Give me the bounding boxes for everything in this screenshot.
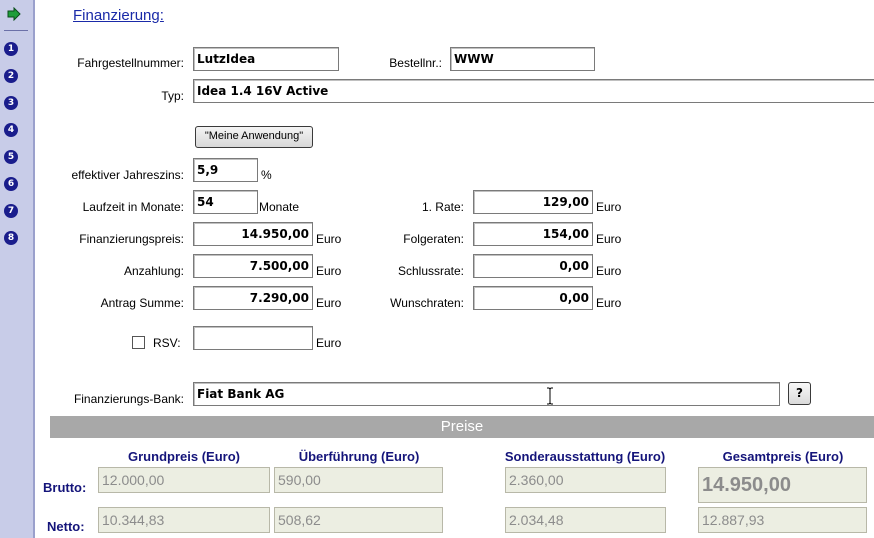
netto-label: Netto: — [47, 519, 85, 534]
bank-label: Finanzierungs-Bank: — [73, 392, 184, 406]
brutto-sonderausstattung-field: 2.360,00 — [505, 467, 666, 493]
wunschraten-unit: Euro — [596, 296, 622, 310]
zins-input[interactable]: 5,9 — [193, 158, 258, 182]
step-8-icon[interactable]: 8 — [4, 231, 18, 245]
rate1-unit: Euro — [596, 200, 622, 214]
bank-help-button[interactable]: ? — [788, 382, 811, 405]
brutto-grundpreis-field: 12.000,00 — [98, 467, 270, 493]
brutto-gesamtpreis-field: 14.950,00 — [698, 467, 867, 503]
step-1-icon[interactable]: 1 — [4, 42, 18, 56]
col-ueberfuehrung: Überführung (Euro) — [298, 449, 420, 464]
wunschraten-input[interactable]: 0,00 — [473, 286, 593, 310]
rate1-input[interactable]: 129,00 — [473, 190, 593, 214]
preise-section-header: Preise — [50, 416, 874, 438]
arrow-right-icon[interactable] — [7, 7, 21, 21]
typ-label: Typ: — [161, 89, 184, 103]
meine-anwendung-button[interactable]: "Meine Anwendung" — [195, 126, 313, 148]
finanzpreis-label: Finanzierungspreis: — [79, 232, 184, 246]
antrag-unit: Euro — [316, 296, 342, 310]
netto-ueberfuehrung-field: 508,62 — [274, 507, 443, 533]
bestellnr-input[interactable]: WWW — [450, 47, 595, 71]
rsv-unit: Euro — [316, 336, 342, 350]
netto-grundpreis-field: 10.344,83 — [98, 507, 270, 533]
step-4-icon[interactable]: 4 — [4, 123, 18, 137]
rsv-label: RSV: — [153, 336, 181, 350]
typ-input[interactable]: Idea 1.4 16V Active — [193, 79, 874, 103]
page-title-link[interactable]: Finanzierung: — [73, 7, 164, 24]
step-6-icon[interactable]: 6 — [4, 177, 18, 191]
rsv-checkbox[interactable] — [132, 336, 145, 349]
sidebar-divider — [4, 30, 28, 31]
zins-label: effektiver Jahreszins: — [71, 168, 185, 182]
fahrgestell-label: Fahrgestellnummer: — [77, 56, 184, 70]
netto-gesamtpreis-field: 12.887,93 — [698, 507, 867, 533]
laufzeit-label: Laufzeit in Monate: — [82, 200, 184, 214]
antrag-label: Antrag Summe: — [100, 296, 184, 310]
finanzpreis-input[interactable]: 14.950,00 — [193, 222, 313, 246]
netto-sonderausstattung-field: 2.034,48 — [505, 507, 666, 533]
antrag-input[interactable]: 7.290,00 — [193, 286, 313, 310]
folgeraten-unit: Euro — [596, 232, 622, 246]
wunschraten-label: Wunschraten: — [390, 296, 464, 310]
step-3-icon[interactable]: 3 — [4, 96, 18, 110]
schlussrate-input[interactable]: 0,00 — [473, 254, 593, 278]
schlussrate-label: Schlussrate: — [397, 264, 464, 278]
step-5-icon[interactable]: 5 — [4, 150, 18, 164]
laufzeit-unit: Monate — [259, 200, 300, 214]
brutto-ueberfuehrung-field: 590,00 — [274, 467, 443, 493]
schlussrate-unit: Euro — [596, 264, 622, 278]
rate1-label: 1. Rate: — [421, 200, 464, 214]
brutto-label: Brutto: — [43, 480, 87, 495]
step-2-icon[interactable]: 2 — [4, 69, 18, 83]
folgeraten-input[interactable]: 154,00 — [473, 222, 593, 246]
col-sonderausstattung: Sonderausstattung (Euro) — [504, 449, 666, 464]
step-7-icon[interactable]: 7 — [4, 204, 18, 218]
col-grundpreis: Grundpreis (Euro) — [128, 449, 240, 464]
anzahlung-label: Anzahlung: — [123, 264, 184, 278]
text-cursor-icon — [547, 387, 553, 405]
zins-unit: % — [261, 168, 272, 182]
laufzeit-input[interactable]: 54 — [193, 190, 258, 214]
anzahlung-input[interactable]: 7.500,00 — [193, 254, 313, 278]
folgeraten-label: Folgeraten: — [403, 232, 464, 246]
fahrgestell-input[interactable]: LutzIdea — [193, 47, 339, 71]
finanzpreis-unit: Euro — [316, 232, 342, 246]
anzahlung-unit: Euro — [316, 264, 342, 278]
bestellnr-label: Bestellnr.: — [389, 56, 442, 70]
bank-input[interactable]: Fiat Bank AG — [193, 382, 780, 406]
col-gesamtpreis: Gesamtpreis (Euro) — [722, 449, 844, 464]
rsv-input[interactable] — [193, 326, 313, 350]
